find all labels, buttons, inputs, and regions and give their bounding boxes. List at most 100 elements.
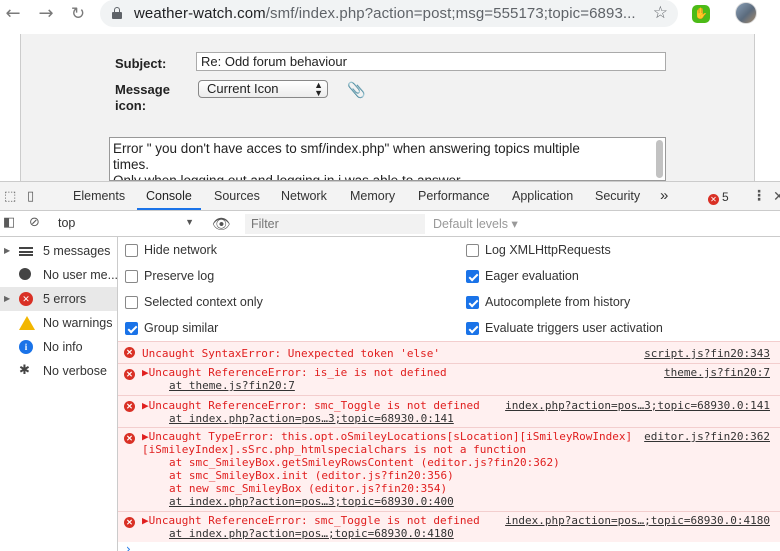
error-icon: ✕ [708,194,719,205]
sidebar-item-label: No user me... [43,268,119,282]
console-error-row[interactable]: ✕ ▶Uncaught ReferenceError: smc_Toggle i… [118,511,780,542]
select-arrows-icon: ▲ ▼ [314,80,323,98]
checkbox[interactable] [125,244,138,257]
error-text: ▶Uncaught TypeError: this.opt.oSmileyLoc… [142,430,633,443]
stack-trace-line[interactable]: at new smc_SmileyBox (editor.js?fin20:35… [169,482,447,495]
source-link[interactable]: index.php?action=pos…;topic=68930.0:4180 [505,514,770,527]
message-icon-label-line2: icon: [115,98,147,113]
web-page: Subject: Re: Odd forum behaviour Message… [0,28,780,181]
console-prompt-icon[interactable]: › [126,542,131,551]
lock-icon [112,7,122,19]
sidebar-item-info[interactable]: i No info [0,335,117,359]
stack-trace-line[interactable]: at index.php?action=pos…;topic=68930.0:4… [169,527,454,540]
sidebar-item-verbose[interactable]: ✱ No verbose [0,359,117,383]
setting-label: Group similar [144,321,219,335]
url-text: weather-watch.com/smf/index.php?action=p… [134,5,636,22]
source-link[interactable]: script.js?fin20:343 [644,347,770,360]
console-error-row[interactable]: ✕ ▶Uncaught ReferenceError: smc_Toggle i… [118,395,780,427]
setting-label: Preserve log [144,269,215,283]
back-arrow-icon[interactable]: ← [3,4,23,24]
source-link[interactable]: editor.js?fin20:362 [644,430,770,443]
expand-triangle-icon: ▶ [4,246,11,255]
bookmark-star-icon[interactable]: ☆ [653,3,668,23]
filter-input[interactable] [245,214,425,234]
sidebar-item-label: 5 messages [43,244,111,258]
sidebar-item-warnings[interactable]: No warnings [0,311,117,335]
checkbox-checked[interactable] [466,270,479,283]
stack-trace-line[interactable]: at smc_SmileyBox.getSmileyRowsContent (e… [169,456,560,469]
context-value: top [58,216,76,230]
error-text: ▶Uncaught ReferenceError: smc_Toggle is … [142,399,480,412]
extension-icon[interactable]: ✋ [692,5,710,23]
error-count-badge[interactable]: ✕ 5 [708,190,729,205]
browser-toolbar: ← → ↻ weather-watch.com/smf/index.php?ac… [0,0,780,28]
checkbox-checked[interactable] [466,296,479,309]
message-line: times. [113,157,150,172]
setting-label: Selected context only [144,295,263,309]
user-icon [19,268,31,280]
console-sidebar: ▶ 5 messages No user me... ▶ ✕ 5 errors … [0,237,118,551]
error-icon: ✕ [124,369,135,380]
stack-trace-line[interactable]: at theme.js?fin20:7 [169,379,295,392]
devtools-tabbar: ⬚ ▯ Elements Console Sources Network Mem… [0,181,780,211]
message-textarea[interactable]: Error " you don't have acces to smf/inde… [109,137,666,181]
stack-trace-line[interactable]: at smc_SmileyBox.init (editor.js?fin20:3… [169,469,454,482]
clear-console-icon[interactable]: ⊘ [29,215,40,230]
setting-label: Evaluate triggers user activation [485,321,663,335]
message-line: Only when logging out and logging in i w… [113,173,461,181]
tab-application[interactable]: Application [512,182,573,210]
sidebar-toggle-icon[interactable]: ◧ [3,215,15,230]
checkbox-checked[interactable] [466,322,479,335]
sidebar-item-messages[interactable]: ▶ 5 messages [0,239,117,263]
sidebar-item-user-messages[interactable]: No user me... [0,263,119,287]
error-text: ▶Uncaught ReferenceError: is_ie is not d… [142,366,447,379]
reload-icon[interactable]: ↻ [68,4,88,24]
tab-network[interactable]: Network [281,182,327,210]
list-icon [19,247,33,256]
checkbox[interactable] [466,244,479,257]
tab-console[interactable]: Console [137,182,201,210]
more-tabs-button[interactable]: » [660,182,668,210]
console-error-row[interactable]: ✕ ▶Uncaught TypeError: this.opt.oSmileyL… [118,427,780,511]
subject-input[interactable]: Re: Odd forum behaviour [196,52,666,71]
error-text: [iSmileyIndex].sSrc.php_htmlspecialchars… [142,443,527,456]
sidebar-item-errors[interactable]: ▶ ✕ 5 errors [0,287,117,311]
textarea-scrollbar[interactable] [656,140,663,178]
tab-sources[interactable]: Sources [214,182,260,210]
kebab-menu-icon[interactable]: ⋮ [752,188,766,202]
source-link[interactable]: index.php?action=pos…3;topic=68930.0:141 [505,399,770,412]
sidebar-item-label: No info [43,340,83,354]
forward-arrow-icon[interactable]: → [36,4,56,24]
address-bar[interactable]: weather-watch.com/smf/index.php?action=p… [100,0,678,27]
tab-elements[interactable]: Elements [73,182,125,210]
message-line: Error " you don't have acces to smf/inde… [113,141,580,156]
checkbox[interactable] [125,296,138,309]
levels-dropdown[interactable]: Default levels ▾ [433,216,518,231]
info-icon: i [19,340,33,354]
stack-trace-line[interactable]: at index.php?action=pos…3;topic=68930.0:… [169,495,454,508]
close-icon[interactable]: ✕ [773,188,780,205]
error-text: Uncaught SyntaxError: Unexpected token '… [142,347,441,360]
source-link[interactable]: theme.js?fin20:7 [664,366,770,379]
context-selector[interactable]: top ▼ [58,216,194,230]
device-toolbar-icon[interactable]: ▯ [27,189,34,204]
avatar[interactable] [735,2,757,24]
tab-security[interactable]: Security [595,182,640,210]
tab-memory[interactable]: Memory [350,182,395,210]
live-expression-eye-icon[interactable]: 👁 [212,215,231,233]
error-icon: ✕ [124,401,135,412]
sidebar-item-label: 5 errors [43,292,87,306]
chevron-down-icon: ▼ [185,217,194,227]
checkbox-checked[interactable] [125,322,138,335]
checkbox[interactable] [125,270,138,283]
message-icon-select[interactable]: Current Icon ▲ ▼ [198,80,328,98]
setting-label: Log XMLHttpRequests [485,243,611,257]
stack-trace-line[interactable]: at index.php?action=pos…3;topic=68930.0:… [169,412,454,425]
setting-label: Eager evaluation [485,269,579,283]
console-error-row[interactable]: ✕ Uncaught SyntaxError: Unexpected token… [118,341,780,363]
tab-performance[interactable]: Performance [418,182,490,210]
console-messages: ✕ Uncaught SyntaxError: Unexpected token… [118,341,780,551]
console-error-row[interactable]: ✕ ▶Uncaught ReferenceError: is_ie is not… [118,363,780,395]
inspect-element-icon[interactable]: ⬚ [4,189,16,204]
console-settings: Hide network Preserve log Selected conte… [118,237,780,341]
